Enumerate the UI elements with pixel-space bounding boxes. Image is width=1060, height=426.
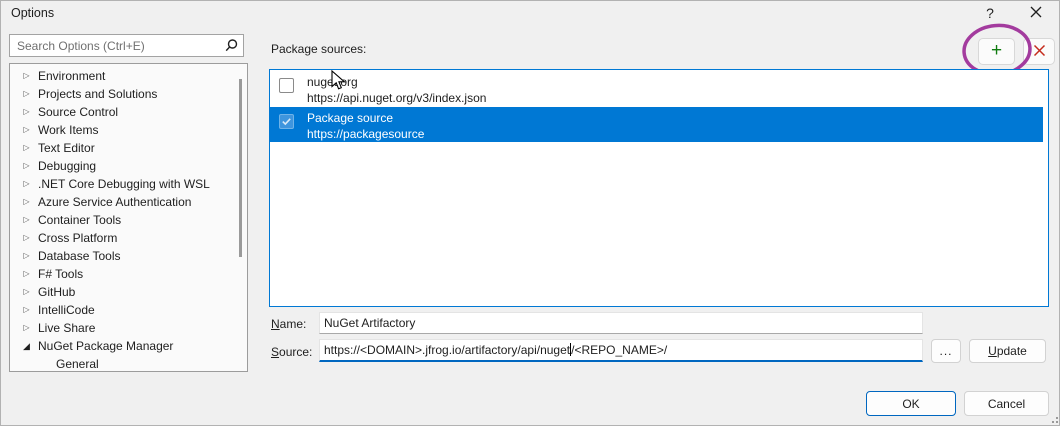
cancel-button-label: Cancel xyxy=(987,396,1026,411)
titlebar: Options ? xyxy=(1,1,1059,27)
chevron-right-icon[interactable]: ▷ xyxy=(21,247,32,265)
check-icon xyxy=(282,118,291,126)
tree-item-github[interactable]: ▷ GitHub xyxy=(10,283,247,301)
package-sources-label: Package sources: xyxy=(271,42,367,56)
chevron-right-icon[interactable]: ▷ xyxy=(21,67,32,85)
tree-item-label: Text Editor xyxy=(38,141,95,155)
plus-icon: + xyxy=(990,39,1003,61)
tree-item-label: GitHub xyxy=(38,285,76,299)
tree-item-nuget-package-manager[interactable]: ◢ NuGet Package Manager xyxy=(10,337,247,355)
chevron-right-icon[interactable]: ▷ xyxy=(21,229,32,247)
options-tree: ▷ Environment ▷ Projects and Solutions ▷ So… xyxy=(9,63,248,372)
tree-item-fsharp-tools[interactable]: ▷ F# Tools xyxy=(10,265,247,283)
tree-item-label: Work Items xyxy=(38,123,99,137)
ok-button[interactable]: OK xyxy=(866,391,956,416)
name-label: Name: xyxy=(271,317,307,331)
checkbox-unchecked[interactable] xyxy=(279,78,294,93)
tree-item-intellicode[interactable]: ▷ IntelliCode xyxy=(10,301,247,319)
search-input[interactable] xyxy=(10,35,222,56)
source-value-before-caret: https://<DOMAIN>.jfrog.io/artifactory/ap… xyxy=(324,343,571,357)
tree-item-label: Container Tools xyxy=(38,213,122,227)
tree-item-label: IntelliCode xyxy=(38,303,95,317)
source-label: Source: xyxy=(271,345,313,359)
tree-item-source-control[interactable]: ▷ Source Control xyxy=(10,103,247,121)
tree-item-azure-service-authentication[interactable]: ▷ Azure Service Authentication xyxy=(10,193,247,211)
source-name: Package source xyxy=(307,111,394,125)
tree-item-label: Projects and Solutions xyxy=(38,87,158,101)
source-row-package-source[interactable]: Package source https://packagesource xyxy=(270,107,1043,142)
tree-item-debugging[interactable]: ▷ Debugging xyxy=(10,157,247,175)
add-source-button[interactable]: + xyxy=(978,38,1015,65)
close-icon xyxy=(1030,6,1042,21)
chevron-right-icon[interactable]: ▷ xyxy=(21,283,32,301)
search-icon xyxy=(224,38,239,56)
browse-button[interactable]: ... xyxy=(931,339,961,363)
tree-item-cross-platform[interactable]: ▷ Cross Platform xyxy=(10,229,247,247)
browse-button-label: ... xyxy=(939,344,953,358)
tree-item-work-items[interactable]: ▷ Work Items xyxy=(10,121,247,139)
search-box xyxy=(9,34,244,57)
update-button-label: Update xyxy=(988,344,1027,358)
tree-item-label: Cross Platform xyxy=(38,231,118,245)
update-button[interactable]: Update xyxy=(969,339,1046,363)
chevron-right-icon[interactable]: ▷ xyxy=(21,157,32,175)
tree-item-label: F# Tools xyxy=(38,267,84,281)
tree-item-net-core-debugging-wsl[interactable]: ▷ .NET Core Debugging with WSL xyxy=(10,175,247,193)
chevron-expanded-icon[interactable]: ◢ xyxy=(21,337,32,355)
tree-item-environment[interactable]: ▷ Environment xyxy=(10,67,247,85)
source-row-nuget-org[interactable]: nuget.org https://api.nuget.org/v3/index… xyxy=(270,70,1048,107)
resize-grip[interactable] xyxy=(1050,415,1058,423)
help-button[interactable]: ? xyxy=(979,3,1001,23)
tree-item-label: NuGet Package Manager xyxy=(38,339,174,353)
ok-button-label: OK xyxy=(902,396,920,411)
tree-item-label: Database Tools xyxy=(38,249,121,263)
chevron-right-icon[interactable]: ▷ xyxy=(21,85,32,103)
package-sources-list: nuget.org https://api.nuget.org/v3/index… xyxy=(269,69,1049,307)
tree-item-label: Environment xyxy=(38,69,106,83)
chevron-right-icon[interactable]: ▷ xyxy=(21,175,32,193)
tree-item-container-tools[interactable]: ▷ Container Tools xyxy=(10,211,247,229)
chevron-right-icon[interactable]: ▷ xyxy=(21,139,32,157)
tree-item-label: Source Control xyxy=(38,105,119,119)
tree-item-database-tools[interactable]: ▷ Database Tools xyxy=(10,247,247,265)
tree-item-label: Azure Service Authentication xyxy=(38,195,192,209)
x-icon xyxy=(1033,44,1046,60)
help-icon: ? xyxy=(986,5,994,21)
chevron-right-icon[interactable]: ▷ xyxy=(21,103,32,121)
chevron-right-icon[interactable]: ▷ xyxy=(21,319,32,337)
source-input[interactable]: https://<DOMAIN>.jfrog.io/artifactory/ap… xyxy=(319,339,923,362)
chevron-right-icon[interactable]: ▷ xyxy=(21,193,32,211)
tree-scrollbar-thumb[interactable] xyxy=(239,79,242,257)
source-url: https://packagesource xyxy=(307,127,425,141)
tree-item-projects-and-solutions[interactable]: ▷ Projects and Solutions xyxy=(10,85,247,103)
tree-item-text-editor[interactable]: ▷ Text Editor xyxy=(10,139,247,157)
tree-item-live-share[interactable]: ▷ Live Share xyxy=(10,319,247,337)
tree-item-label: General xyxy=(56,357,99,371)
tree-item-label: .NET Core Debugging with WSL xyxy=(38,177,210,191)
tree-item-label: Live Share xyxy=(38,321,96,335)
window-title: Options xyxy=(11,6,55,20)
tree-item-label: Debugging xyxy=(38,159,97,173)
name-input[interactable] xyxy=(319,312,923,334)
chevron-right-icon[interactable]: ▷ xyxy=(21,211,32,229)
remove-source-button[interactable] xyxy=(1023,38,1055,65)
source-name: nuget.org xyxy=(307,75,358,89)
source-value-after-caret: /<REPO_NAME>/ xyxy=(571,343,668,357)
options-dialog: Options ? ▷ Environment ▷ Projects and Sol… xyxy=(0,0,1060,426)
chevron-right-icon[interactable]: ▷ xyxy=(21,121,32,139)
chevron-right-icon[interactable]: ▷ xyxy=(21,265,32,283)
close-button[interactable] xyxy=(1025,3,1047,23)
source-url: https://api.nuget.org/v3/index.json xyxy=(307,91,487,105)
chevron-right-icon[interactable]: ▷ xyxy=(21,301,32,319)
tree-item-general[interactable]: ▷General xyxy=(10,355,247,371)
checkbox-checked[interactable] xyxy=(279,114,294,129)
cancel-button[interactable]: Cancel xyxy=(964,391,1049,416)
